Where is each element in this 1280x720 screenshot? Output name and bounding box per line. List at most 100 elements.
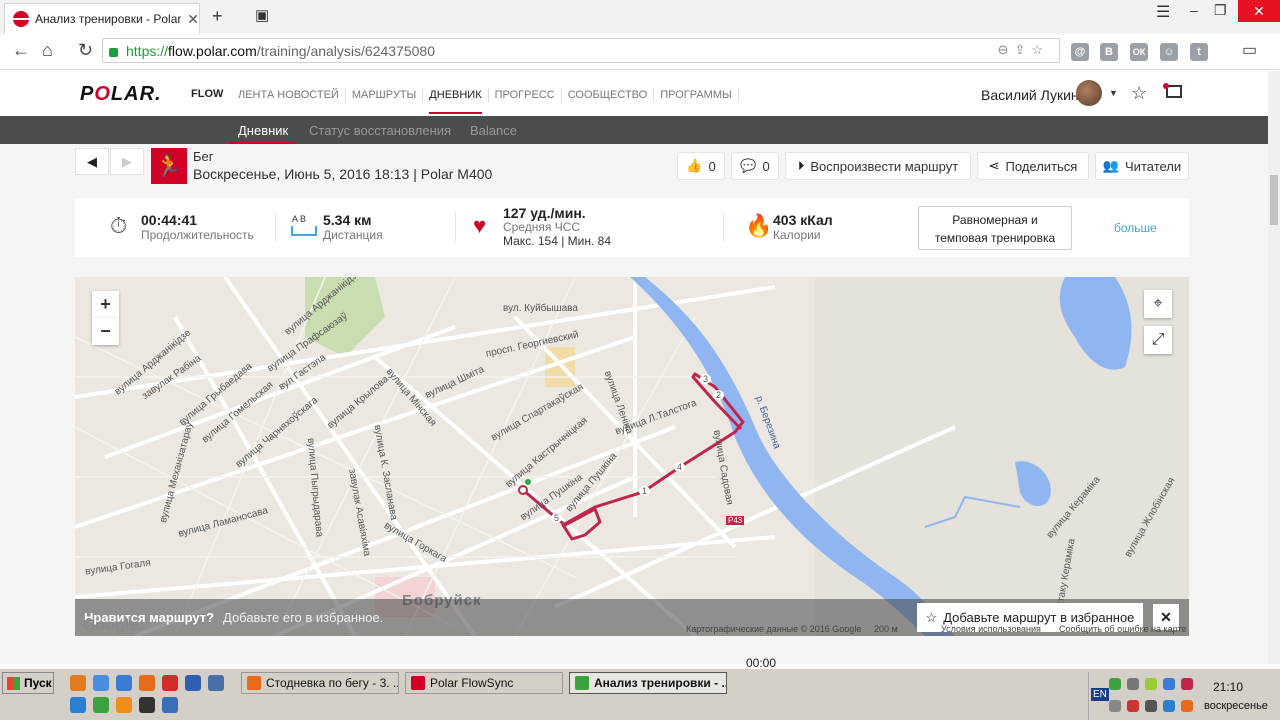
nav-feed[interactable]: ЛЕНТА НОВОСТЕЙ [232, 88, 346, 102]
terms-link[interactable]: Условия использования [941, 624, 1041, 634]
more-link[interactable]: больше [1114, 221, 1157, 235]
user-name[interactable]: Василий Лукин [981, 87, 1079, 103]
ok-ext-icon[interactable]: ОК [1130, 43, 1148, 61]
browser-tabbar: Анализ тренировки - Polar F ✕ + ▣ ☰ – ❐ … [0, 0, 1280, 34]
training-benefit-badge[interactable]: Равномерная и темповая тренировка [918, 206, 1072, 250]
back-icon[interactable]: ← [12, 40, 30, 61]
tray-icon[interactable] [1127, 700, 1139, 712]
url-action-icons[interactable]: ⊖⇪☆ [998, 42, 1049, 58]
running-icon: 🏃 [151, 148, 187, 184]
quicklaunch-vk-icon[interactable] [208, 675, 224, 691]
polar-logo[interactable]: POLAR. [80, 83, 162, 106]
page-scrollbar[interactable] [1268, 71, 1280, 664]
tray-icon[interactable] [1181, 700, 1193, 712]
subnav-diary[interactable]: Дневник [238, 123, 288, 138]
address-bar[interactable]: https:// flow.polar.com /training/analys… [102, 38, 1060, 63]
minimize-icon[interactable]: – [1190, 2, 1198, 18]
calories-label: Калории [773, 228, 821, 242]
quicklaunch-app-icon[interactable] [116, 675, 132, 691]
restore-icon[interactable]: ❐ [1214, 2, 1227, 19]
quicklaunch-opera-icon[interactable] [162, 675, 178, 691]
nav-progress[interactable]: ПРОГРЕСС [489, 88, 562, 102]
home-icon[interactable]: ⌂ [42, 40, 53, 61]
new-tab-icon[interactable]: + [212, 6, 223, 26]
road-sign: Р43 [726, 516, 745, 525]
reload-icon[interactable]: ↻ [78, 40, 93, 61]
quicklaunch-ok-icon[interactable] [116, 697, 132, 713]
tray-icon[interactable] [1145, 678, 1157, 690]
zoom-out-button[interactable]: − [92, 318, 119, 345]
quicklaunch-ie-icon[interactable] [70, 697, 86, 713]
fullscreen-icon[interactable]: ⤢ [1144, 326, 1172, 354]
route-map[interactable]: 1 2 3 4 5 просп. Георгиевский вулица Мін… [75, 277, 1189, 636]
tray-icon[interactable] [1163, 678, 1175, 690]
nav-diary[interactable]: ДНЕВНИК [423, 88, 489, 102]
tray-icon[interactable] [1109, 700, 1121, 712]
menu-icon[interactable]: ☰ [1156, 2, 1170, 22]
zoom-in-button[interactable]: + [92, 291, 119, 318]
nav-routes[interactable]: МАРШРУТЫ [346, 88, 424, 102]
duration-label: Продолжительность [141, 228, 254, 242]
benefit-line-1: Равномерная и [952, 213, 1038, 227]
tray-icon[interactable] [1109, 678, 1121, 690]
task-training-analysis[interactable]: Анализ тренировки - ... [569, 672, 727, 694]
replay-route-button[interactable]: ⏵ Воспроизвести маршрут [785, 152, 971, 180]
quicklaunch-player-icon[interactable] [139, 697, 155, 713]
quicklaunch-skype-icon[interactable] [162, 697, 178, 713]
share-button[interactable]: ⋖ Поделиться [977, 152, 1089, 180]
distance-label: Дистанция [323, 228, 383, 242]
quicklaunch-firefox-icon[interactable] [139, 675, 155, 691]
next-session-button[interactable]: ▶ [110, 148, 144, 175]
tray-icon[interactable] [1127, 678, 1139, 690]
language-indicator[interactable]: EN [1091, 688, 1109, 701]
nav-programs[interactable]: ПРОГРАММЫ [654, 88, 739, 102]
vk-ext-icon[interactable]: В [1100, 43, 1118, 61]
subnav-recovery[interactable]: Статус восстановления [309, 123, 451, 138]
quicklaunch-avast-icon[interactable] [70, 675, 86, 691]
clock-time[interactable]: 21:10 [1213, 680, 1243, 694]
mail-ext-icon[interactable]: @ [1071, 43, 1089, 61]
comments-button[interactable]: 💬 0 [731, 152, 779, 180]
like-button[interactable]: 👍 0 [677, 152, 725, 180]
tray-icon[interactable] [1163, 700, 1175, 712]
tab-overview-icon[interactable]: ▣ [255, 6, 269, 26]
duration-value: 00:44:41 [141, 212, 198, 228]
site-header: POLAR. FLOW ЛЕНТА НОВОСТЕЙ МАРШРУТЫ ДНЕВ… [0, 71, 1268, 116]
thumbs-up-icon: 👍 [686, 158, 703, 173]
tray-icon[interactable] [1145, 700, 1157, 712]
window-close-icon[interactable]: ✕ [1238, 0, 1280, 22]
report-map-error-link[interactable]: Сообщить об ошибке на карте [1059, 624, 1186, 634]
subnav-balance[interactable]: Balance [470, 123, 517, 138]
url-scheme: https:// [126, 42, 169, 59]
nav-community[interactable]: СООБЩЕСТВО [562, 88, 655, 102]
browser-tab[interactable]: Анализ тренировки - Polar F ✕ [4, 3, 200, 34]
quicklaunch-save-icon[interactable] [185, 675, 201, 691]
locate-icon[interactable]: ⌖ [1144, 290, 1172, 318]
start-button[interactable]: Пуск [2, 672, 54, 694]
smile-ext-icon[interactable]: ☺ [1160, 43, 1178, 61]
scrollbar-thumb[interactable] [1270, 175, 1278, 225]
chevron-down-icon[interactable]: ▼ [1109, 88, 1118, 98]
task-flowsync[interactable]: Polar FlowSync [405, 672, 563, 694]
quicklaunch-globe-icon[interactable] [93, 697, 109, 713]
task-label: Анализ тренировки - ... [594, 676, 727, 690]
polar-favicon-icon [13, 11, 29, 27]
avatar[interactable] [1076, 80, 1102, 106]
play-circle-icon: ⏵ [797, 158, 805, 173]
route-start-marker [518, 485, 528, 495]
browser-toolbar: ← ⌂ ↻ https:// flow.polar.com /training/… [0, 34, 1280, 70]
twitter-ext-icon[interactable]: t [1190, 43, 1208, 61]
people-icon: 👥 [1102, 158, 1120, 173]
task-strava[interactable]: Стодневка по бегу - 3. ... [241, 672, 399, 694]
polar-icon [411, 676, 425, 690]
speech-icon[interactable]: ▭ [1242, 40, 1257, 60]
notification-dot [1163, 83, 1169, 89]
clock-day: воскресенье [1204, 700, 1268, 712]
quicklaunch-chrome-icon[interactable] [93, 675, 109, 691]
close-tab-icon[interactable]: ✕ [187, 11, 199, 28]
tray-icon[interactable] [1181, 678, 1193, 690]
readers-button[interactable]: 👥 Читатели [1095, 152, 1189, 180]
favorites-star-icon[interactable]: ☆ [1131, 83, 1147, 104]
comments-count: 0 [762, 158, 770, 174]
prev-session-button[interactable]: ◀ [75, 148, 109, 175]
